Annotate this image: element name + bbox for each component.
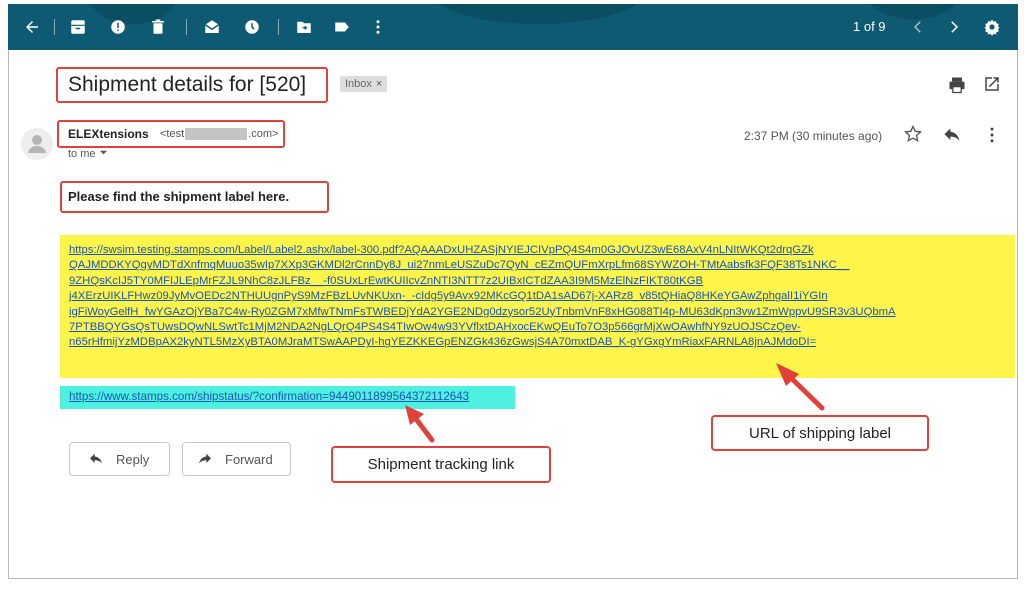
- pagination-count: 1 of 9: [853, 19, 886, 34]
- newer-chevron-icon[interactable]: [906, 15, 930, 39]
- move-to-icon[interactable]: [292, 15, 316, 39]
- sender-email: <test .com>: [160, 128, 279, 141]
- open-in-new-window-icon[interactable]: [983, 75, 1001, 93]
- email-toolbar: 1 of 9: [8, 4, 1018, 50]
- recipient-label: to me: [68, 148, 96, 160]
- label-url-line: 7PTBBQYGsQsTUwsDQwNLSwtTc1MjM2NDA2NgLQrQ…: [69, 321, 801, 334]
- more-vertical-icon[interactable]: [366, 15, 390, 39]
- forward-button[interactable]: Forward: [182, 442, 291, 476]
- shipping-label-link[interactable]: https://swsim.testing.stamps.com/Label/L…: [69, 243, 1009, 351]
- more-options-icon[interactable]: [982, 125, 1002, 145]
- redacted-email-part: [185, 128, 248, 141]
- sender-email-prefix: <test: [160, 128, 185, 140]
- sender-name[interactable]: ELEXtensions: [68, 127, 149, 141]
- label-icon[interactable]: [330, 15, 354, 39]
- label-url-line: 9ZHQsKcIJ5TY0MFIJLEpMrFZJL9NhC8zJLFBz__-…: [69, 274, 704, 287]
- label-url-line: j4XErzUIKLFHwz09JyMvOEDc2NTHUUgnPyS9MzFB…: [69, 290, 828, 303]
- email-subject: Shipment details for [520]: [68, 73, 307, 96]
- label-url-line: QAJMDDKYQgyMDTdXnfmqMuuo35wIp7XXp3GKMDl2…: [69, 259, 850, 272]
- star-icon[interactable]: [903, 124, 923, 144]
- back-arrow-icon[interactable]: [20, 15, 44, 39]
- reply-button-label: Reply: [116, 451, 150, 467]
- archive-icon[interactable]: [66, 15, 90, 39]
- delete-icon[interactable]: [146, 15, 170, 39]
- header-theme-shape: [428, 4, 648, 24]
- tracking-link-callout: Shipment tracking link: [331, 446, 551, 483]
- shipping-label-callout: URL of shipping label: [711, 415, 929, 451]
- label-url-line: igFiWoyGelfH_fwYGAzOjYBa7C4w-Ry0ZGM7xMfw…: [69, 305, 896, 318]
- caret-down-icon: [99, 150, 107, 155]
- sender-avatar: [21, 128, 53, 160]
- tracking-link[interactable]: https://www.stamps.com/shipstatus/?confi…: [69, 390, 469, 403]
- recipient-details-toggle[interactable]: to me: [68, 148, 108, 160]
- forward-arrow-icon: [199, 453, 211, 464]
- older-chevron-icon[interactable]: [942, 15, 966, 39]
- inbox-label-badge[interactable]: Inbox ×: [340, 76, 388, 92]
- snooze-icon[interactable]: [240, 15, 264, 39]
- forward-button-label: Forward: [225, 451, 273, 467]
- toolbar-divider: [278, 19, 279, 35]
- inbox-label-text: Inbox: [345, 78, 372, 90]
- print-icon[interactable]: [947, 75, 967, 95]
- reply-icon[interactable]: [942, 125, 962, 145]
- report-spam-icon[interactable]: [106, 15, 130, 39]
- label-url-line: https://swsim.testing.stamps.com/Label/L…: [69, 244, 814, 256]
- reply-button[interactable]: Reply: [69, 442, 170, 476]
- toolbar-divider: [54, 19, 55, 35]
- label-url-line: n65rHfmijYzMDBpAX2kyNTL5MzXyBTA0MJraMTSw…: [69, 336, 817, 349]
- remove-label-icon[interactable]: ×: [376, 78, 382, 90]
- email-timestamp: 2:37 PM (30 minutes ago): [744, 129, 883, 143]
- message-text: Please find the shipment label here.: [68, 189, 290, 204]
- mark-unread-icon[interactable]: [200, 15, 224, 39]
- settings-gear-icon[interactable]: [980, 15, 1004, 39]
- sender-email-suffix: .com>: [248, 128, 279, 140]
- reply-arrow-icon: [90, 453, 102, 464]
- toolbar-divider: [186, 19, 187, 35]
